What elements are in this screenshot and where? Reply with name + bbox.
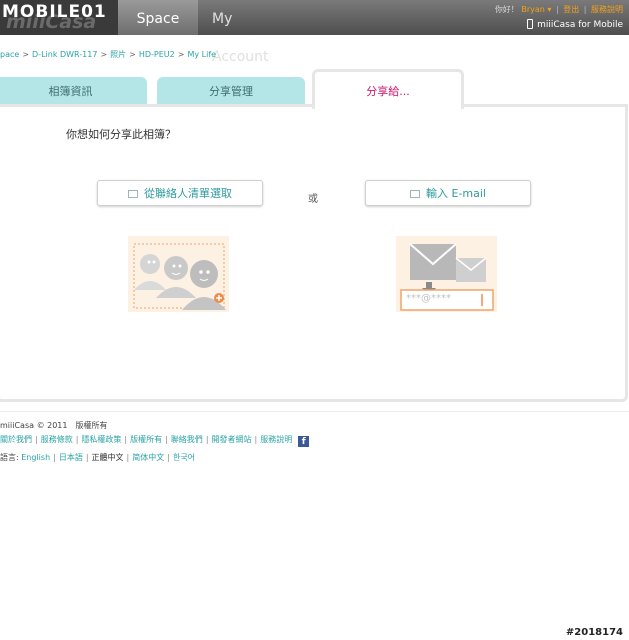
divider: | [126,453,130,462]
lang-english[interactable]: English [21,453,50,462]
tab-album-info[interactable]: 相簿資訊 [0,77,147,107]
footer-link-privacy[interactable]: 隱私權政策 [81,435,121,444]
contacts-icon [128,190,138,198]
divider: | [85,453,89,462]
email-mask-text: ***@**** [406,293,451,304]
breadcrumb-item[interactable]: 照片 [110,50,126,59]
enter-email-button[interactable]: 輸入 E-mail [365,180,531,206]
share-panel [0,104,628,402]
footer-link-developer[interactable]: 開發者網站 [212,435,252,444]
email-input-icon [410,190,420,198]
select-from-contacts-label: 從聯絡人清單選取 [144,187,232,200]
lang-traditional-chinese: 正體中文 [91,453,124,462]
language-selector: 語言: English | 日本語 | 正體中文 | 简体中文 | 한국어 [0,452,195,463]
lang-simplified-chinese[interactable]: 简体中文 [132,453,164,462]
mobile-link[interactable]: miiiCasa for Mobile [527,19,623,30]
breadcrumb-separator: > [177,50,185,59]
divider: | [53,453,56,462]
breadcrumb-item[interactable]: pace [0,50,19,59]
breadcrumb-separator: > [22,50,30,59]
language-label: 語言: [0,453,19,462]
divider: | [254,435,258,444]
share-question: 你想如何分享此相簿？ [66,128,176,141]
breadcrumb-item[interactable]: D-Link DWR-117 [32,50,97,59]
phone-icon [527,19,534,29]
username: Bryan [521,5,545,14]
greeting-text: 你好！ [494,5,519,14]
or-separator: 或 [308,194,318,205]
top-navigation-bar: miiiCasa MOBILE01 Space My Account 你好！ B… [0,0,629,65]
breadcrumb: pace > D-Link DWR-117 > 照片 > HD-PEU2 > My Life [0,49,216,60]
tab-share-management[interactable]: 分享管理 [157,77,305,107]
username-link[interactable]: Bryan ▾ [521,5,551,14]
divider: | [35,435,38,444]
logo-area: miiiCasa MOBILE01 [0,0,118,35]
divider: | [167,453,170,462]
footer-link-terms[interactable]: 服務條款 [41,435,73,444]
divider: | [583,5,587,14]
breadcrumb-item[interactable]: HD-PEU2 [139,50,175,59]
divider: | [75,435,79,444]
mobile01-watermark-logo: MOBILE01 [2,2,107,22]
footer-divider [0,411,629,412]
divider: | [555,5,559,14]
contacts-people-icon [133,243,226,310]
lang-japanese[interactable]: 日本語 [59,453,83,462]
nav-my-account[interactable]: My Account [198,0,290,65]
footer-link-copyright[interactable]: 版權所有 [130,435,162,444]
chevron-down-icon: ▾ [547,5,552,14]
contacts-illustration[interactable] [128,236,229,312]
breadcrumb-separator: > [100,50,108,59]
footer-links: 關於我們 | 服務條款 | 隱私權政策 | 版權所有 | 聯絡我們 | 開發者網站 | 服務說明 f [0,434,310,447]
nav-space[interactable]: Space [118,0,198,35]
copyright: miiiCasa © 2011 版權所有 [0,421,108,430]
email-illustration[interactable]: ***@**** [396,236,497,312]
breadcrumb-item[interactable]: My Life [187,50,216,59]
user-menu: 你好！ Bryan ▾ | 登出 | 服務說明 [495,4,623,15]
divider: | [165,435,168,444]
help-link[interactable]: 服務說明 [591,5,623,14]
logout-link[interactable]: 登出 [563,5,579,14]
facebook-icon[interactable]: f [298,436,310,447]
enter-email-label: 輸入 E-mail [426,187,486,200]
breadcrumb-separator: > [129,50,136,59]
divider: | [205,435,209,444]
tab-share-to[interactable]: 分享給... [312,69,464,109]
mobile-link-label: miiiCasa for Mobile [537,20,623,30]
lang-korean[interactable]: 한국어 [173,453,195,462]
footer-link-help[interactable]: 服務說明 [260,435,292,444]
watermark-id: #2018174 [565,627,623,638]
select-from-contacts-button[interactable]: 從聯絡人清單選取 [97,180,263,206]
footer-link-contact[interactable]: 聯絡我們 [171,435,203,444]
footer-link-about[interactable]: 關於我們 [0,435,32,444]
divider: | [124,435,128,444]
